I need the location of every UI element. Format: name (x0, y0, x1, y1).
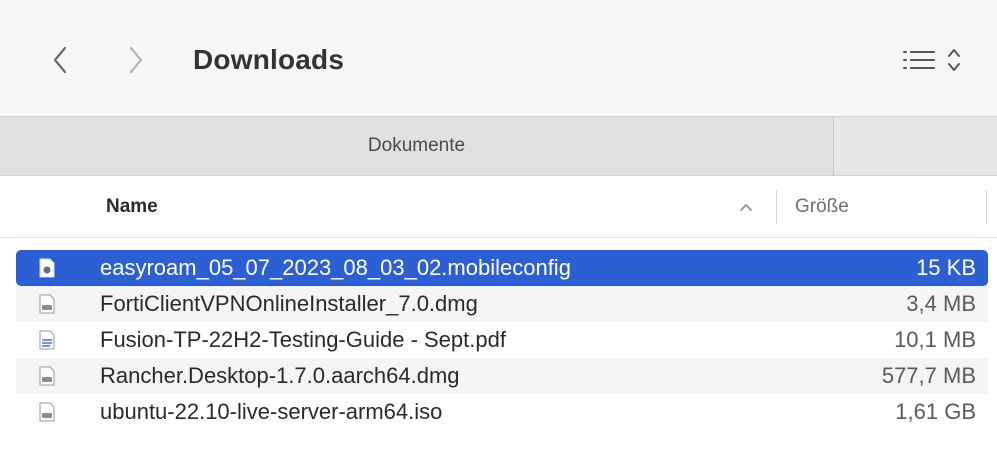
file-row[interactable]: FortiClientVPNOnlineInstaller_7.0.dmg 3,… (16, 286, 988, 322)
column-divider[interactable] (776, 190, 777, 224)
column-header-name[interactable]: Name (106, 176, 158, 238)
disk-image-icon (39, 294, 55, 314)
file-size: 3,4 MB (906, 291, 976, 316)
up-down-chevron-icon (948, 49, 960, 71)
chevron-left-icon (53, 46, 67, 74)
file-size: 1,61 GB (895, 399, 976, 424)
tab-dokumente[interactable]: Dokumente (0, 117, 834, 175)
column-divider[interactable] (986, 190, 987, 224)
chevron-right-icon (129, 46, 143, 74)
file-row[interactable]: Rancher.Desktop-1.7.0.aarch64.dmg 577,7 … (16, 358, 988, 394)
file-list: easyroam_05_07_2023_08_03_02.mobileconfi… (0, 250, 997, 430)
file-size: 577,7 MB (881, 363, 976, 388)
back-button[interactable] (42, 38, 78, 82)
column-header-size[interactable]: Größe (795, 176, 849, 238)
pdf-file-icon (39, 330, 55, 350)
file-name: Fusion-TP-22H2-Testing-Guide - Sept.pdf (100, 327, 506, 352)
list-view-icon (903, 51, 935, 69)
file-name: FortiClientVPNOnlineInstaller_7.0.dmg (100, 291, 478, 316)
toolbar: Downloads (0, 0, 997, 116)
file-name: ubuntu-22.10-live-server-arm64.iso (100, 399, 443, 424)
window-title: Downloads (193, 44, 345, 75)
tab-bar: Dokumente (0, 116, 997, 176)
file-name: Rancher.Desktop-1.7.0.aarch64.dmg (100, 363, 460, 388)
file-row[interactable]: ubuntu-22.10-live-server-arm64.iso 1,61 … (16, 394, 988, 430)
file-size: 10,1 MB (894, 327, 976, 352)
config-file-icon (39, 258, 55, 278)
disk-image-icon (39, 402, 55, 422)
disk-image-icon (39, 366, 55, 386)
view-options-button[interactable] (902, 38, 994, 82)
chevron-up-icon (740, 204, 752, 211)
column-headers: Name Größe (0, 176, 997, 238)
forward-button[interactable] (118, 38, 154, 82)
file-size: 15 KB (916, 255, 976, 280)
file-row[interactable]: easyroam_05_07_2023_08_03_02.mobileconfi… (16, 250, 988, 286)
file-row[interactable]: Fusion-TP-22H2-Testing-Guide - Sept.pdf … (16, 322, 988, 358)
file-name: easyroam_05_07_2023_08_03_02.mobileconfi… (100, 255, 571, 280)
